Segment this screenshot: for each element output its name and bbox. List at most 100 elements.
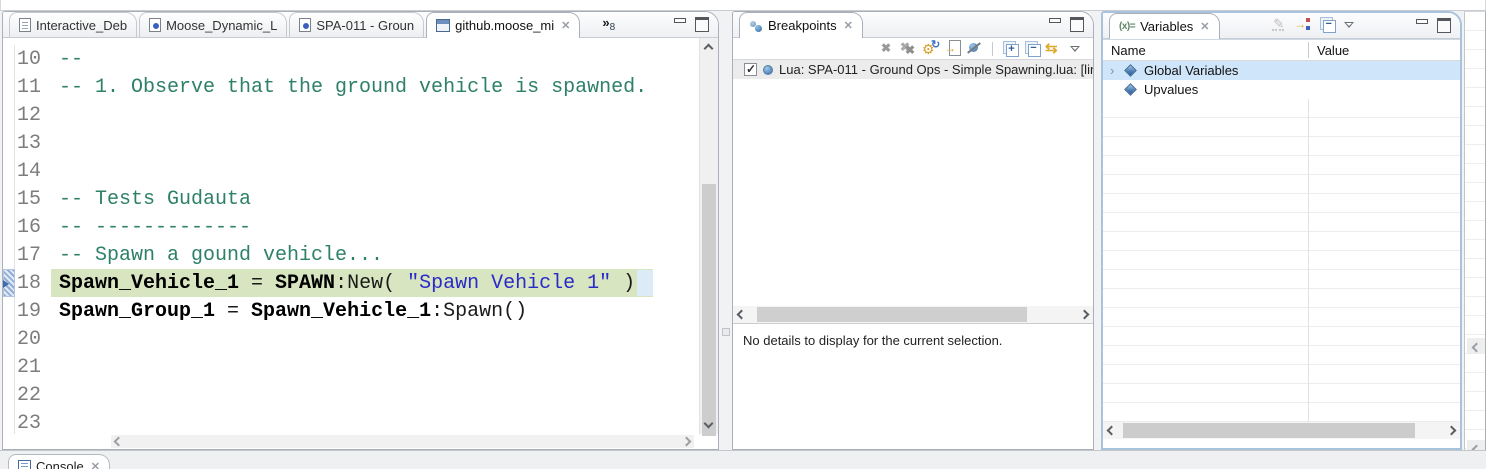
- variable-row[interactable]: Upvalues: [1103, 80, 1460, 99]
- tab-label: Breakpoints: [768, 18, 837, 33]
- annotation-ruler-cell[interactable]: [3, 325, 15, 353]
- editor-tab[interactable]: github.moose_mi✕: [426, 12, 580, 38]
- tab-breakpoints[interactable]: Breakpoints ✕: [739, 12, 863, 38]
- annotation-ruler-cell[interactable]: [3, 409, 15, 434]
- line-number: 19: [15, 300, 51, 323]
- annotation-ruler-cell[interactable]: [3, 45, 15, 73]
- code-line-12[interactable]: 12: [3, 101, 699, 129]
- minimize-icon[interactable]: [1048, 16, 1061, 29]
- editor-tab[interactable]: Interactive_Deb: [9, 12, 137, 37]
- annotation-ruler-cell[interactable]: [3, 213, 15, 241]
- variable-row[interactable]: Global Variables: [1103, 61, 1460, 80]
- close-icon[interactable]: ✕: [844, 19, 853, 32]
- show-logical-structure-icon[interactable]: [1294, 16, 1313, 33]
- line-number: 18: [15, 272, 51, 295]
- code-line-20[interactable]: 20: [3, 325, 699, 353]
- tab-label: Console: [36, 459, 84, 469]
- scroll-right-icon[interactable]: [682, 437, 692, 447]
- horizontal-scroll-thumb[interactable]: [1123, 423, 1415, 438]
- code-line-22[interactable]: 22: [3, 381, 699, 409]
- annotation-ruler-cell[interactable]: [3, 185, 15, 213]
- annotation-ruler-cell[interactable]: [3, 73, 15, 101]
- breakpoints-list[interactable]: Lua: SPA-011 - Ground Ops - Simple Spawn…: [733, 59, 1093, 306]
- horizontal-scroll-thumb[interactable]: [757, 307, 1027, 322]
- code-lines[interactable]: 10--11-- 1. Observe that the ground vehi…: [3, 38, 699, 434]
- breakpoints-horizontal-scrollbar[interactable]: [733, 306, 1093, 323]
- code-line-11[interactable]: 11-- 1. Observe that the ground vehicle …: [3, 73, 699, 101]
- maximize-icon[interactable]: [1437, 17, 1450, 30]
- collapse-all-icon[interactable]: [1317, 16, 1336, 33]
- code-text: [51, 325, 59, 353]
- breakpoint-row[interactable]: Lua: SPA-011 - Ground Ops - Simple Spawn…: [733, 60, 1093, 79]
- breakpoints-part: Breakpoints ✕ Lua: SPA-011 - Ground Ops …: [732, 11, 1094, 450]
- annotation-ruler-cell[interactable]: [3, 129, 15, 157]
- line-number: 17: [15, 244, 51, 267]
- remove-all-breakpoints-icon[interactable]: [900, 40, 919, 57]
- annotation-ruler-cell[interactable]: [3, 157, 15, 185]
- scroll-right-icon[interactable]: [1080, 310, 1090, 320]
- scroll-left-icon[interactable]: [114, 437, 124, 447]
- variables-table: Name Value Global VariablesUpvalues: [1103, 39, 1460, 448]
- scroll-up-icon[interactable]: [704, 44, 714, 54]
- show-supported-breakpoints-icon[interactable]: [922, 40, 941, 57]
- code-line-21[interactable]: 21: [3, 353, 699, 381]
- sash-handle[interactable]: [722, 328, 730, 336]
- code-line-17[interactable]: 17-- Spawn a gound vehicle...: [3, 241, 699, 269]
- code-line-14[interactable]: 14: [3, 157, 699, 185]
- tab-console[interactable]: Console ✕: [8, 454, 110, 469]
- column-header-value[interactable]: Value: [1308, 43, 1349, 58]
- tab-variables[interactable]: (x)= Variables ✕: [1109, 13, 1220, 39]
- annotation-ruler-cell[interactable]: [3, 353, 15, 381]
- remove-breakpoint-icon[interactable]: [878, 40, 897, 57]
- line-number: 20: [15, 328, 51, 351]
- code-text: -- Tests Gudauta: [51, 185, 251, 213]
- column-header-name[interactable]: Name: [1103, 43, 1308, 58]
- variables-header: Name Value: [1103, 40, 1460, 61]
- annotation-ruler-cell[interactable]: [3, 297, 15, 325]
- code-line-10[interactable]: 10--: [3, 45, 699, 73]
- code-line-15[interactable]: 15-- Tests Gudauta: [3, 185, 699, 213]
- close-icon[interactable]: ✕: [1200, 20, 1209, 33]
- scroll-right-icon[interactable]: [1447, 426, 1457, 436]
- breakpoints-window-buttons: [1048, 12, 1093, 29]
- maximize-icon[interactable]: [695, 16, 708, 29]
- scroll-left-button[interactable]: [1467, 338, 1485, 354]
- skip-all-breakpoints-icon[interactable]: [966, 40, 985, 57]
- view-menu-icon[interactable]: [1340, 16, 1359, 33]
- show-type-names-icon[interactable]: [1271, 16, 1290, 33]
- collapse-all-icon[interactable]: [1022, 40, 1041, 57]
- annotation-ruler-cell[interactable]: [3, 381, 15, 409]
- more-tabs-indicator[interactable]: »8: [602, 15, 615, 37]
- close-icon[interactable]: ✕: [561, 19, 570, 32]
- column-header-divider[interactable]: [1308, 42, 1309, 58]
- editor-horizontal-scrollbar[interactable]: [111, 435, 694, 448]
- minimize-icon[interactable]: [1415, 17, 1428, 30]
- breakpoint-label: Lua: SPA-011 - Ground Ops - Simple Spawn…: [779, 62, 1093, 77]
- code-line-16[interactable]: 16-- -------------: [3, 213, 699, 241]
- scroll-left-icon[interactable]: [737, 310, 747, 320]
- editor-tab[interactable]: SPA-011 - Groun: [289, 12, 424, 37]
- code-line-13[interactable]: 13: [3, 129, 699, 157]
- code-line-18[interactable]: 18Spawn_Vehicle_1 = SPAWN:New( "Spawn Ve…: [3, 269, 699, 297]
- variables-horizontal-scrollbar[interactable]: [1103, 422, 1460, 439]
- editor-tab[interactable]: Moose_Dynamic_L: [139, 12, 287, 37]
- code-line-23[interactable]: 23: [3, 409, 699, 434]
- breakpoint-checkbox[interactable]: [744, 63, 757, 76]
- editor-vertical-scrollbar[interactable]: [699, 38, 718, 434]
- annotation-ruler-cell[interactable]: [3, 241, 15, 269]
- scroll-left-icon[interactable]: [1107, 426, 1117, 436]
- maximize-icon[interactable]: [1070, 16, 1083, 29]
- vertical-scroll-thumb[interactable]: [702, 184, 716, 436]
- expander-chevron-icon[interactable]: [1103, 63, 1117, 78]
- link-with-debug-icon[interactable]: [1044, 40, 1063, 57]
- annotation-ruler-cell[interactable]: [3, 101, 15, 129]
- expand-all-icon[interactable]: [1000, 40, 1019, 57]
- code-line-19[interactable]: 19Spawn_Group_1 = Spawn_Vehicle_1:Spawn(…: [3, 297, 699, 325]
- close-icon[interactable]: ✕: [91, 460, 100, 469]
- minimize-icon[interactable]: [673, 16, 686, 29]
- view-menu-icon[interactable]: [1066, 40, 1085, 57]
- editor-window-buttons: [673, 12, 718, 29]
- goto-file-icon[interactable]: [944, 40, 963, 57]
- editor-part: Interactive_DebMoose_Dynamic_LSPA-011 - …: [2, 11, 719, 450]
- instruction-pointer-marker[interactable]: [3, 269, 15, 297]
